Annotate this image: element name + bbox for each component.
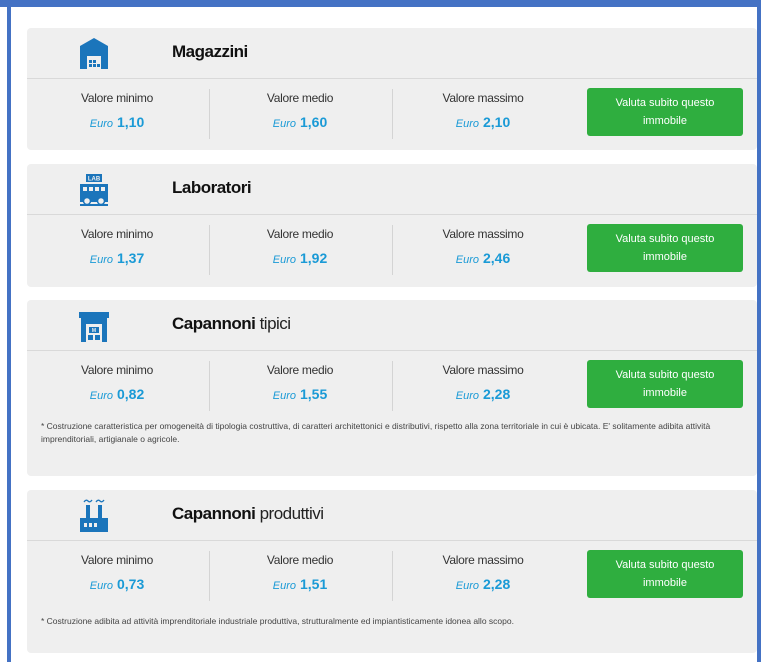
card-values: Valore minimo Euro 1,10 Valore medio Euro… (27, 79, 757, 149)
card-header: M Capannoni tipici (27, 300, 757, 351)
value-min: Valore minimo Euro 0,73 (81, 553, 153, 592)
property-card-laboratori: LAB Laboratori Valore minimo Euro 1,37 Va… (27, 164, 757, 287)
value-max: Valore massimo Euro 2,46 (442, 227, 524, 266)
footnote: * Costruzione caratteristica per omogene… (41, 421, 711, 444)
window-frame-left (7, 0, 11, 662)
property-card-capannoni-produttivi: Capannoni produttivi Valore minimo Euro 0… (27, 490, 757, 653)
factory-icon (80, 499, 108, 532)
evaluate-button[interactable]: Valuta subito questo immobile (587, 88, 743, 136)
card-values: Valore minimo Euro 0,82 Valore medio Euro… (27, 351, 757, 421)
value-avg: Valore medio Euro 1,60 (266, 91, 334, 130)
warehouse-icon (80, 38, 108, 69)
value-avg: Valore medio Euro 1,55 (266, 363, 334, 402)
window-frame-right (757, 0, 761, 662)
shed-icon: M (79, 312, 109, 342)
card-title: Capannoni produttivi (172, 504, 324, 523)
card-title: Capannoni tipici (172, 314, 291, 333)
card-header: Magazzini (27, 28, 757, 79)
evaluate-button[interactable]: Valuta subito questo immobile (587, 360, 743, 408)
value-max: Valore massimo Euro 2,28 (442, 553, 524, 592)
evaluate-button[interactable]: Valuta subito questo immobile (587, 224, 743, 272)
evaluate-button[interactable]: Valuta subito questo immobile (587, 550, 743, 598)
card-title: Magazzini (172, 42, 248, 61)
property-card-magazzini: Magazzini Valore minimo Euro 1,10 Valore … (27, 28, 757, 150)
card-header: LAB Laboratori (27, 164, 757, 215)
window-frame-top (0, 0, 761, 7)
value-min: Valore minimo Euro 1,37 (81, 227, 153, 266)
value-min: Valore minimo Euro 1,10 (81, 91, 153, 130)
footnote: * Costruzione adibita ad attività impren… (41, 616, 514, 626)
card-values: Valore minimo Euro 0,73 Valore medio Euro… (27, 541, 757, 611)
lab-icon: LAB (80, 174, 108, 206)
card-header: Capannoni produttivi (27, 490, 757, 541)
value-min: Valore minimo Euro 0,82 (81, 363, 153, 402)
card-values: Valore minimo Euro 1,37 Valore medio Euro… (27, 215, 757, 285)
card-title: Laboratori (172, 178, 252, 197)
svg-text:M: M (92, 328, 96, 334)
property-card-capannoni-tipici: M Capannoni tipici Valore minimo Euro 0,8… (27, 300, 757, 476)
value-max: Valore massimo Euro 2,10 (442, 91, 524, 130)
value-avg: Valore medio Euro 1,92 (266, 227, 334, 266)
value-max: Valore massimo Euro 2,28 (442, 363, 524, 402)
svg-text:LAB: LAB (88, 177, 101, 183)
value-avg: Valore medio Euro 1,51 (266, 553, 334, 592)
